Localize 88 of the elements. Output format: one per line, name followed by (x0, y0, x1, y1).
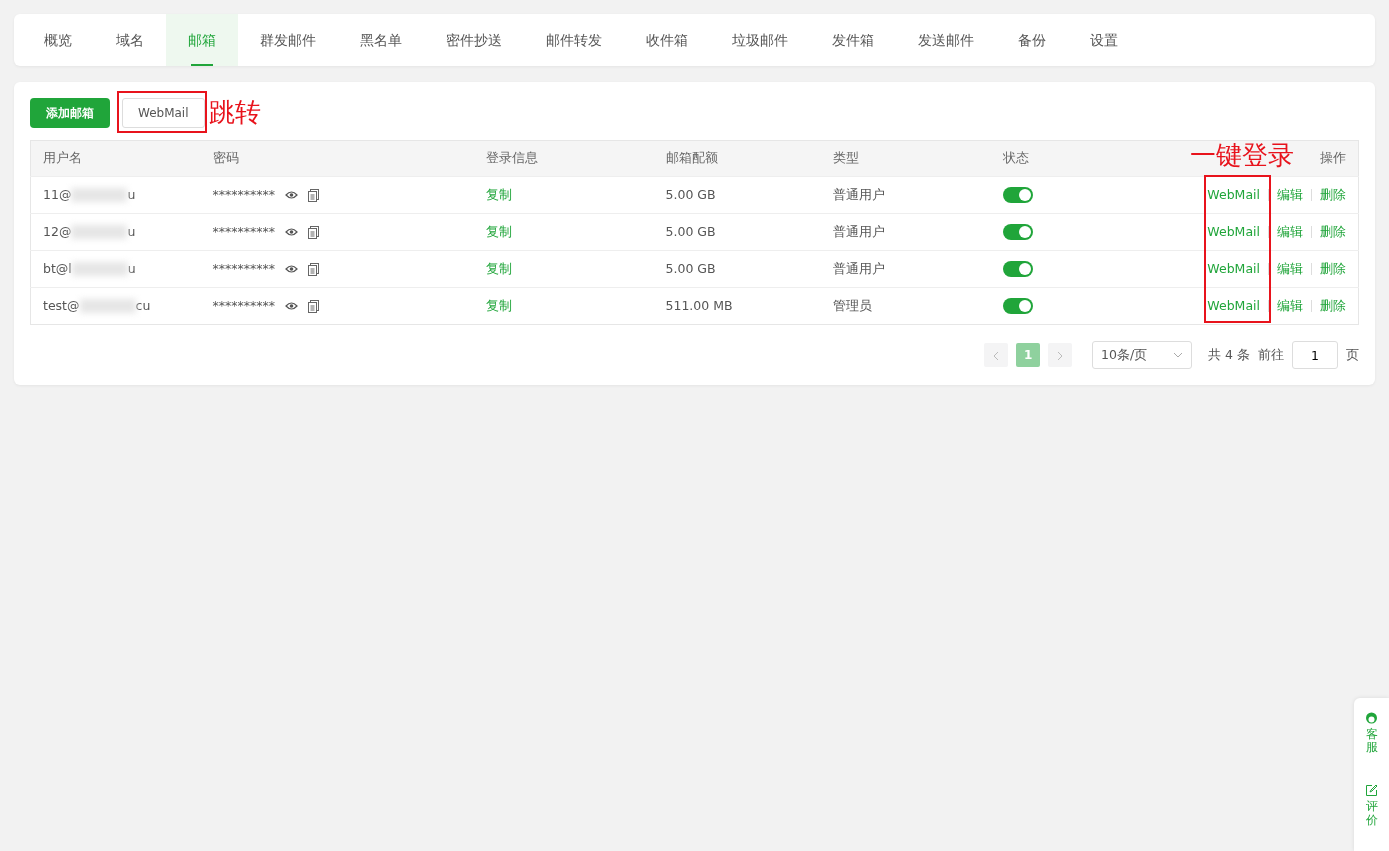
column-header: 登录信息 (473, 140, 654, 177)
copy-icon[interactable] (308, 262, 319, 276)
tab[interactable]: 垃圾邮件 (710, 14, 810, 66)
goto-label: 前往 (1258, 345, 1284, 364)
tab[interactable]: 设置 (1068, 14, 1140, 66)
password-mask: ********** (212, 223, 275, 239)
page-button[interactable]: 1 (1016, 343, 1041, 367)
eye-icon[interactable] (285, 190, 298, 201)
column-header: 类型 (820, 140, 991, 177)
username-start: test@ (43, 297, 80, 313)
webmail-link[interactable]: WebMail (1207, 297, 1260, 313)
edit-link[interactable]: 编辑 (1277, 223, 1303, 239)
username-start: 11@ (43, 186, 72, 202)
type-cell: 普通用户 (820, 176, 991, 214)
quota-cell: 5.00 GB (653, 213, 821, 251)
tab[interactable]: 概览 (22, 14, 94, 66)
copy-link[interactable]: 复制 (485, 186, 512, 202)
delete-link[interactable]: 删除 (1320, 297, 1346, 313)
chevron-right-icon (1057, 350, 1064, 361)
redaction (79, 299, 136, 314)
column-header: 密码 (200, 140, 474, 177)
webmail-button[interactable]: WebMail (122, 98, 205, 128)
tab[interactable]: 群发邮件 (238, 14, 338, 66)
password-mask: ********** (212, 297, 275, 313)
tab[interactable]: 发件箱 (810, 14, 896, 66)
eye-icon[interactable] (285, 264, 298, 275)
tab[interactable]: 密件抄送 (424, 14, 524, 66)
tab[interactable]: 收件箱 (624, 14, 710, 66)
webmail-link[interactable]: WebMail (1207, 186, 1260, 202)
type-cell: 管理员 (820, 287, 991, 325)
tab[interactable]: 发送邮件 (896, 14, 996, 66)
edit-link[interactable]: 编辑 (1277, 297, 1303, 313)
type-cell: 普通用户 (820, 250, 991, 288)
quota-cell: 5.00 GB (653, 176, 821, 214)
redaction (71, 188, 128, 203)
webmail-link[interactable]: WebMail (1207, 260, 1260, 276)
delete-link[interactable]: 删除 (1320, 260, 1346, 276)
annotation-text: 一键登录 (1190, 142, 1294, 168)
tab[interactable]: 邮箱 (166, 14, 238, 66)
edit-icon[interactable] (1365, 784, 1378, 798)
copy-icon[interactable] (308, 299, 319, 313)
username-start: 12@ (43, 223, 72, 239)
username-start: bt@l (43, 260, 72, 276)
copy-icon[interactable] (308, 225, 319, 239)
delete-link[interactable]: 删除 (1320, 186, 1346, 202)
eye-icon[interactable] (285, 227, 298, 238)
username-end: u (127, 260, 136, 276)
copy-link[interactable]: 复制 (485, 223, 512, 239)
page-unit: 页 (1346, 345, 1359, 364)
page-size-select[interactable]: 10条/页 (1092, 341, 1193, 369)
eye-icon[interactable] (285, 301, 298, 312)
username-end: cu (135, 297, 151, 313)
page-size-value: 10条/页 (1101, 345, 1148, 364)
column-header: 状态 (990, 140, 1082, 177)
copy-link[interactable]: 复制 (485, 260, 512, 276)
delete-link[interactable]: 删除 (1320, 223, 1346, 239)
caret-icon (1173, 352, 1184, 358)
side-label[interactable]: 评价 (1365, 800, 1378, 827)
edit-link[interactable]: 编辑 (1277, 260, 1303, 276)
password-mask: ********** (212, 186, 275, 202)
chevron-left-icon (993, 350, 1000, 361)
add-mailbox-button[interactable]: 添加邮箱 (30, 98, 110, 128)
username-end: u (127, 186, 136, 202)
quota-cell: 5.00 GB (653, 250, 821, 288)
redaction (71, 262, 128, 277)
webmail-link[interactable]: WebMail (1207, 223, 1260, 239)
edit-link[interactable]: 编辑 (1277, 186, 1303, 202)
column-header: 邮箱配额 (653, 140, 821, 177)
column-header: 用户名 (30, 140, 201, 177)
page-input[interactable]: 1 (1292, 341, 1338, 369)
quota-cell: 511.00 MB (653, 287, 821, 325)
tab[interactable]: 黑名单 (338, 14, 424, 66)
status-toggle[interactable] (1002, 187, 1033, 204)
side-label[interactable]: 客服 (1365, 728, 1378, 755)
status-toggle[interactable] (1002, 298, 1033, 315)
password-mask: ********** (212, 260, 275, 276)
copy-link[interactable]: 复制 (485, 297, 512, 313)
total-count: 共 4 条 (1208, 345, 1250, 364)
type-cell: 普通用户 (820, 213, 991, 251)
tab[interactable]: 域名 (94, 14, 166, 66)
status-toggle[interactable] (1002, 224, 1033, 241)
username-end: u (127, 223, 136, 239)
status-toggle[interactable] (1002, 261, 1033, 278)
copy-icon[interactable] (308, 188, 319, 202)
tab[interactable]: 邮件转发 (524, 14, 624, 66)
redaction (71, 225, 128, 240)
tab[interactable]: 备份 (996, 14, 1068, 66)
annotation-text: 跳转 (209, 99, 261, 125)
